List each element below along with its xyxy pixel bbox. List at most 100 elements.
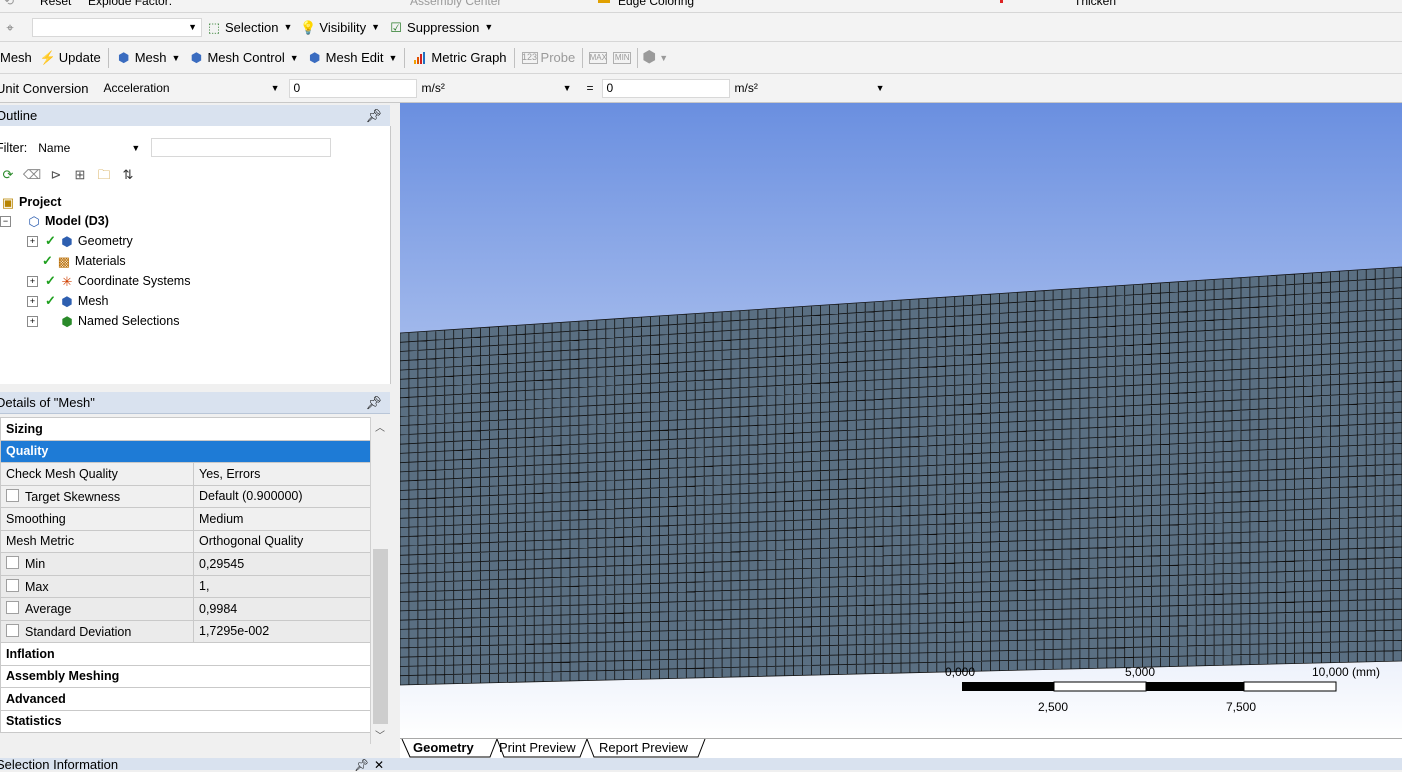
chevron-down-icon[interactable]: ▼: [659, 53, 668, 63]
graphics-viewport[interactable]: 0,000 5,000 10,000 (mm) 2,500 7,500: [400, 103, 1402, 738]
quantity-combo[interactable]: Acceleration ▼: [98, 78, 285, 98]
scale-label-0: 0,000: [945, 665, 975, 679]
row-label: Check Mesh Quality: [0, 462, 194, 486]
pin-icon[interactable]: 📌︎: [365, 395, 382, 411]
tab-report-preview[interactable]: Report Preview: [599, 740, 688, 755]
reset-icon[interactable]: ⟲: [4, 0, 14, 8]
details-row-quality[interactable]: Quality: [0, 439, 371, 463]
parameter-checkbox[interactable]: [6, 601, 19, 615]
mesh-control-button[interactable]: ⬢ Mesh Control ▼: [184, 47, 302, 69]
tree-item-mesh[interactable]: + ✓ ⬢ Mesh: [27, 293, 108, 309]
row-label: Quality: [0, 439, 371, 463]
details-row-standard-deviation[interactable]: Standard Deviation 1,7295e-002: [0, 619, 371, 643]
expand-box-icon[interactable]: +: [27, 275, 38, 287]
parameter-checkbox[interactable]: [6, 556, 19, 570]
chevron-down-icon: ▼: [562, 83, 572, 93]
parameter-checkbox[interactable]: [6, 578, 19, 592]
scale-bar-segment: [962, 682, 1054, 691]
value-right-input[interactable]: 0: [601, 78, 730, 98]
pin-icon[interactable]: 📌︎: [365, 108, 382, 124]
details-row-check-mesh-quality[interactable]: Check Mesh Quality Yes, Errors: [0, 462, 371, 486]
refresh-icon[interactable]: ⟳: [0, 166, 16, 182]
collapse-icon[interactable]: ⊳: [48, 166, 64, 182]
bar-chart-icon: [412, 50, 428, 66]
toolbar-unit-conversion: Unit Conversion Acceleration ▼ 0 m/s² ▼ = …: [0, 74, 1402, 103]
row-value[interactable]: Orthogonal Quality: [193, 529, 371, 553]
expand-box-icon[interactable]: +: [27, 295, 38, 307]
parameter-checkbox[interactable]: [6, 488, 19, 502]
mesh-menu-button[interactable]: ⬢ Mesh ▼: [112, 47, 185, 69]
details-row-average[interactable]: Average 0,9984: [0, 597, 371, 621]
details-row-mesh-metric[interactable]: Mesh Metric Orthogonal Quality: [0, 529, 371, 553]
probe-button[interactable]: 123 Probe: [518, 47, 580, 69]
thicken-button[interactable]: Thicken: [1074, 0, 1116, 8]
row-value[interactable]: Yes, Errors: [193, 462, 371, 486]
row-value[interactable]: Medium: [193, 507, 371, 531]
probe-icon: 123: [521, 51, 538, 64]
folder-icon[interactable]: 🗀: [96, 166, 112, 182]
chevron-down-icon[interactable]: ﹀: [375, 727, 385, 742]
tree-item-project[interactable]: ▣ Project: [0, 194, 62, 210]
min-icon[interactable]: MIN: [613, 51, 632, 64]
assembly-center-combo[interactable]: Assembly Center: [410, 0, 501, 8]
mesh-context-label: Mesh: [0, 50, 32, 65]
chevron-up-icon[interactable]: ︿: [375, 419, 385, 434]
row-value: 0,29545: [193, 552, 371, 576]
mesh-render[interactable]: 0,000 5,000 10,000 (mm) 2,500 7,500: [400, 103, 1402, 738]
tree-item-model[interactable]: − ⬡ Model (D3): [0, 213, 109, 229]
tree-item-geometry[interactable]: + ✓ ⬢ Geometry: [27, 233, 133, 249]
expand-box-icon[interactable]: +: [27, 235, 38, 247]
selection-information-header: Selection Information 📌︎ ✕: [0, 758, 1402, 772]
tree-item-coordinate-systems[interactable]: + ✓ ✳ Coordinate Systems: [27, 273, 190, 289]
edge-coloring-button[interactable]: Edge Coloring: [618, 0, 694, 8]
view-tabs: Geometry Print Preview Report Preview: [400, 738, 1402, 759]
expand-box-icon[interactable]: +: [27, 315, 38, 327]
tab-geometry[interactable]: Geometry: [413, 740, 474, 755]
details-row-max[interactable]: Max 1,: [0, 574, 371, 598]
selection-button[interactable]: ⬚ Selection ▼: [202, 16, 296, 38]
chevron-down-icon: ▼: [188, 22, 197, 32]
filter-text-input[interactable]: [151, 138, 332, 157]
details-row-statistics[interactable]: Statistics: [0, 709, 371, 733]
sort-az-icon[interactable]: ⇅: [120, 166, 136, 182]
metric-graph-button[interactable]: Metric Graph: [408, 47, 510, 69]
parameter-checkbox[interactable]: [6, 623, 19, 637]
edge-coloring-icon: [598, 0, 610, 3]
row-label: Inflation: [0, 642, 371, 666]
collapse-box-icon[interactable]: −: [0, 215, 11, 227]
expand-all-icon[interactable]: ⊞: [72, 166, 88, 182]
update-button[interactable]: ⚡ Update: [36, 47, 105, 69]
details-row-advanced[interactable]: Advanced: [0, 687, 371, 711]
tab-print-preview[interactable]: Print Preview: [499, 740, 576, 755]
shape-icon[interactable]: ⬢: [641, 49, 657, 66]
mesh-edit-button[interactable]: ⬢ Mesh Edit ▼: [303, 47, 402, 69]
filter-combo[interactable]: Name ▼: [33, 138, 146, 157]
unit-right-value: m/s²: [734, 81, 758, 95]
details-row-sizing[interactable]: Sizing: [0, 417, 371, 441]
unit-right-combo[interactable]: m/s² ▼: [729, 78, 890, 98]
details-row-assembly-meshing[interactable]: Assembly Meshing: [0, 664, 371, 688]
suppression-button[interactable]: ☑ Suppression ▼: [384, 16, 497, 38]
tree-label-coordinate-systems: Coordinate Systems: [77, 274, 191, 288]
details-row-inflation[interactable]: Inflation: [0, 642, 371, 666]
details-row-smoothing[interactable]: Smoothing Medium: [0, 507, 371, 531]
reset-button[interactable]: Reset: [40, 0, 71, 8]
selection-filter-combo[interactable]: ▼: [32, 17, 202, 37]
details-row-min[interactable]: Min 0,29545: [0, 552, 371, 576]
details-row-target-skewness[interactable]: Target Skewness Default (0.900000): [0, 484, 371, 508]
unit-left-combo[interactable]: m/s² ▼: [416, 78, 577, 98]
chevron-down-icon: ▼: [875, 83, 885, 93]
select-mode-icon[interactable]: ⌖: [2, 19, 18, 35]
clear-filter-icon[interactable]: ⌫: [23, 166, 41, 182]
tree-item-materials[interactable]: ✓ ▩ Materials: [42, 253, 126, 269]
value-left-input[interactable]: 0: [288, 78, 417, 98]
tree-item-named-selections[interactable]: + ⬢ Named Selections: [27, 313, 179, 329]
visibility-button[interactable]: 💡 Visibility ▼: [296, 16, 384, 38]
mesh-control-icon: ⬢: [190, 50, 203, 65]
details-scrollbar[interactable]: ︿ ﹀: [370, 417, 390, 744]
model-icon: ⬡: [28, 213, 40, 229]
row-value[interactable]: Default (0.900000): [193, 484, 371, 508]
max-icon[interactable]: MAX: [589, 51, 608, 64]
scroll-thumb[interactable]: [373, 549, 388, 724]
row-label: Statistics: [0, 709, 371, 733]
